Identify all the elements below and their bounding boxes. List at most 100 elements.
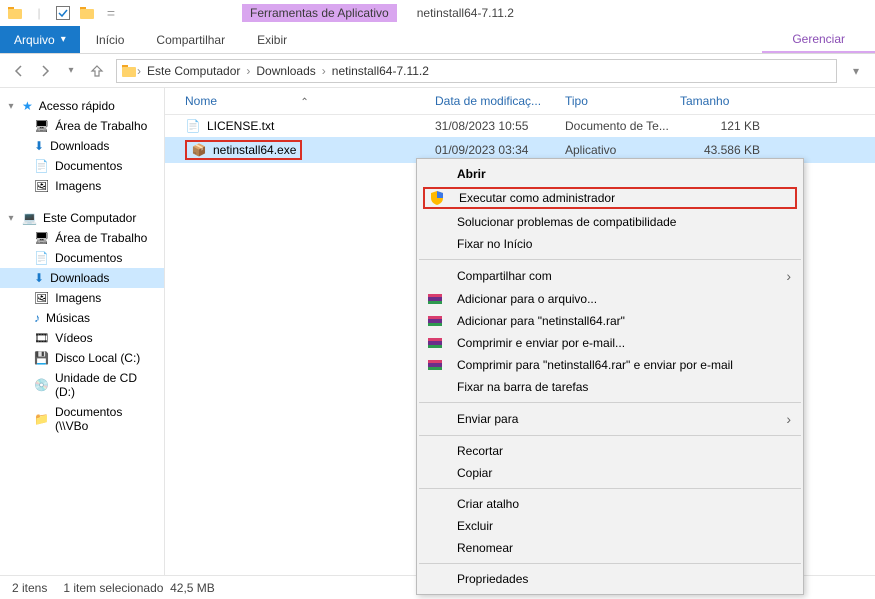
sort-arrow-icon: ⌃ xyxy=(300,97,308,108)
col-date[interactable]: Data de modificaç... xyxy=(435,94,565,108)
winrar-icon xyxy=(427,313,443,329)
qat-folder-icon[interactable] xyxy=(76,2,98,24)
disk-icon: 💾 xyxy=(34,351,49,365)
cm-delete[interactable]: Excluir xyxy=(417,515,803,537)
cm-compress-email[interactable]: Comprimir e enviar por e-mail... xyxy=(417,332,803,354)
cm-separator xyxy=(419,488,801,489)
cm-properties[interactable]: Propriedades xyxy=(417,568,803,590)
col-size[interactable]: Tamanho xyxy=(680,94,760,108)
ribbon-home-tab[interactable]: Início xyxy=(80,26,141,53)
cm-compress-rar-email[interactable]: Comprimir para "netinstall64.rar" e envi… xyxy=(417,354,803,376)
sidebar-item-netdocs[interactable]: 📁 Documentos (\\VBo xyxy=(0,402,164,436)
cm-separator xyxy=(419,402,801,403)
sidebar-item-pictures[interactable]: 🖼Imagens xyxy=(0,176,164,196)
sidebar-item-label: Imagens xyxy=(55,291,101,305)
desktop-icon: 🖥 xyxy=(34,119,49,133)
cm-pin-taskbar[interactable]: Fixar na barra de tarefas xyxy=(417,376,803,398)
ribbon-view-tab[interactable]: Exibir xyxy=(241,26,303,53)
file-row[interactable]: 📄 LICENSE.txt 31/08/2023 10:55 Documento… xyxy=(165,115,875,137)
col-type[interactable]: Tipo xyxy=(565,94,680,108)
sidebar-item-label: Documentos (\\VBo xyxy=(55,405,158,433)
sidebar-item-label: Área de Trabalho xyxy=(55,231,147,245)
window-title: netinstall64-7.11.2 xyxy=(417,6,514,20)
sidebar-item-pc-documents[interactable]: 📄 Documentos xyxy=(0,248,164,268)
crumb-downloads[interactable]: Downloads xyxy=(250,64,321,78)
sidebar-item-desktop[interactable]: 🖥Área de Trabalho xyxy=(0,116,164,136)
up-button[interactable] xyxy=(84,58,110,84)
sidebar-item-pc-videos[interactable]: 🎞Vídeos xyxy=(0,328,164,348)
network-folder-icon: 📁 xyxy=(34,412,49,426)
cm-compat[interactable]: Solucionar problemas de compatibilidade xyxy=(417,211,803,233)
cm-rename[interactable]: Renomear xyxy=(417,537,803,559)
sidebar: ▾ ★ Acesso rápido 🖥Área de Trabalho ⬇Dow… xyxy=(0,88,165,575)
sidebar-item-label: Disco Local (C:) xyxy=(55,351,140,365)
cm-open[interactable]: Abrir xyxy=(417,163,803,185)
cm-run-as-admin[interactable]: Executar como administrador xyxy=(423,187,797,209)
video-icon: 🎞 xyxy=(34,331,49,345)
sidebar-item-pc-music[interactable]: ♪Músicas xyxy=(0,308,164,328)
ribbon-file-tab[interactable]: Arquivo ▾ xyxy=(0,26,80,53)
cm-add-archive[interactable]: Adicionar para o arquivo... xyxy=(417,288,803,310)
text-file-icon: 📄 xyxy=(185,118,201,134)
caret-down-icon: ▾ xyxy=(6,101,16,112)
cm-label: Comprimir e enviar por e-mail... xyxy=(457,336,625,350)
ribbon-share-tab[interactable]: Compartilhar xyxy=(140,26,241,53)
sidebar-item-label: Documentos xyxy=(55,251,122,265)
cm-cut[interactable]: Recortar xyxy=(417,440,803,462)
sidebar-item-label: Downloads xyxy=(50,139,109,153)
equals-icon[interactable]: = xyxy=(100,2,122,24)
cm-label: Comprimir para "netinstall64.rar" e envi… xyxy=(457,358,733,372)
sidebar-item-pc-pictures[interactable]: 🖼 Imagens xyxy=(0,288,164,308)
chevron-right-icon: › xyxy=(786,268,791,284)
download-icon: ⬇ xyxy=(34,271,44,285)
recent-button[interactable]: ▾ xyxy=(58,58,84,84)
cm-label: Adicionar para o arquivo... xyxy=(457,292,597,306)
file-type: Aplicativo xyxy=(565,143,680,157)
cm-add-rar[interactable]: Adicionar para "netinstall64.rar" xyxy=(417,310,803,332)
back-button[interactable] xyxy=(6,58,32,84)
nav-bar: ▾ › Este Computador › Downloads › netins… xyxy=(0,54,875,88)
breadcrumb[interactable]: › Este Computador › Downloads › netinsta… xyxy=(116,59,837,83)
sidebar-item-pc-desktop[interactable]: 🖥Área de Trabalho xyxy=(0,228,164,248)
divider: | xyxy=(28,2,50,24)
folder-icon[interactable] xyxy=(4,2,26,24)
crumb-folder[interactable]: netinstall64-7.11.2 xyxy=(326,64,435,78)
status-size: 42,5 MB xyxy=(170,581,215,595)
cm-separator xyxy=(419,259,801,260)
cm-copy[interactable]: Copiar xyxy=(417,462,803,484)
cm-shortcut[interactable]: Criar atalho xyxy=(417,493,803,515)
sidebar-item-documents[interactable]: 📄Documentos xyxy=(0,156,164,176)
col-name[interactable]: Nome ⌃ xyxy=(185,94,435,108)
ribbon-manage-tab[interactable]: Gerenciar xyxy=(762,26,875,53)
chevron-right-icon: › xyxy=(786,411,791,427)
document-icon: 📄 xyxy=(34,251,49,265)
sidebar-item-label: Acesso rápido xyxy=(39,99,115,113)
sidebar-item-disk-c[interactable]: 💾 Disco Local (C:) xyxy=(0,348,164,368)
quick-access-toolbar: | = xyxy=(4,2,122,24)
sidebar-item-pc-downloads[interactable]: ⬇Downloads xyxy=(0,268,164,288)
sidebar-item-downloads[interactable]: ⬇Downloads xyxy=(0,136,164,156)
checkbox-icon[interactable] xyxy=(52,2,74,24)
selected-file-highlight: 📦 netinstall64.exe xyxy=(185,140,302,160)
ribbon-tabs: Arquivo ▾ Início Compartilhar Exibir Ger… xyxy=(0,26,875,54)
music-icon: ♪ xyxy=(34,311,40,325)
column-headers: Nome ⌃ Data de modificaç... Tipo Tamanho xyxy=(165,88,875,115)
status-selected: 1 item selecionado xyxy=(63,581,163,595)
cm-share-with[interactable]: Compartilhar com › xyxy=(417,264,803,288)
folder-icon xyxy=(121,63,137,79)
sidebar-quickaccess[interactable]: ▾ ★ Acesso rápido xyxy=(0,96,164,116)
crumb-root[interactable]: Este Computador xyxy=(141,64,246,78)
forward-button[interactable] xyxy=(32,58,58,84)
dropdown-button[interactable]: ▾ xyxy=(843,58,869,84)
sidebar-thispc[interactable]: ▾ 💻 Este Computador xyxy=(0,208,164,228)
sidebar-item-cd[interactable]: 💿Unidade de CD (D:) xyxy=(0,368,164,402)
cm-separator xyxy=(419,435,801,436)
cm-pin-start[interactable]: Fixar no Início xyxy=(417,233,803,255)
file-name: netinstall64.exe xyxy=(213,143,296,157)
sidebar-item-label: Documentos xyxy=(55,159,122,173)
pictures-icon: 🖼 xyxy=(34,291,49,305)
star-icon: ★ xyxy=(22,99,33,113)
exe-file-icon: 📦 xyxy=(191,142,207,158)
cm-send-to[interactable]: Enviar para › xyxy=(417,407,803,431)
status-items: 2 itens xyxy=(12,581,47,595)
